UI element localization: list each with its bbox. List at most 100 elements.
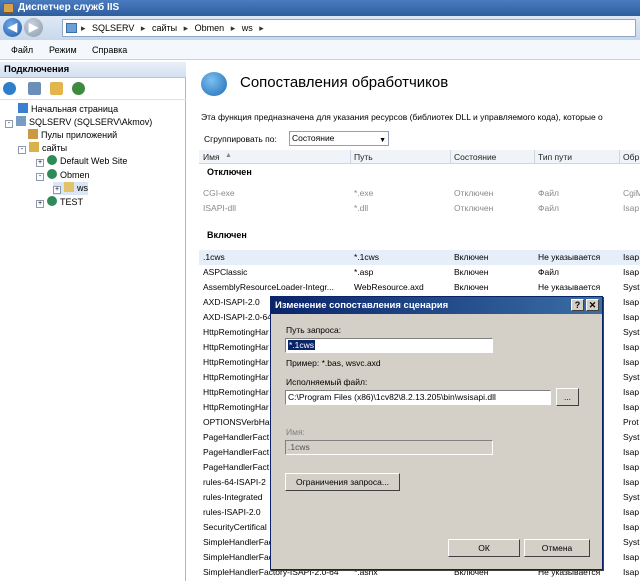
table-cell: Не указывается (538, 282, 601, 292)
edit-script-map-dialog: Изменение сопоставления сценария ? ✕ Пут… (270, 296, 603, 570)
table-cell: Файл (538, 267, 559, 277)
column-handler[interactable]: Обр (623, 152, 639, 162)
name-label: Имя: (286, 427, 305, 437)
tree-item-test[interactable]: + TEST (36, 196, 83, 209)
menu-help[interactable]: Справка (92, 45, 127, 55)
app-pools-icon (28, 129, 38, 139)
breadcrumb-item-obmen[interactable]: Obmen (195, 20, 225, 36)
table-cell: Isap (623, 477, 640, 487)
delete-connection-icon[interactable] (72, 82, 85, 95)
globe-icon (47, 196, 57, 206)
cancel-button[interactable]: Отмена (524, 539, 590, 557)
back-arrow-icon[interactable]: ◀ (3, 18, 22, 37)
page-description: Эта функция предназначена для указания р… (201, 112, 603, 122)
table-row[interactable]: ISAPI-dll *.dll Отключен Файл Isap (199, 201, 640, 216)
table-cell: Isap (623, 267, 640, 277)
window-title-bar: Диспетчер служб IIS (0, 0, 640, 16)
sites-folder-icon (29, 142, 39, 152)
tree-item-start-page[interactable]: Начальная страница (18, 103, 118, 116)
table-cell: *.dll (354, 203, 369, 213)
column-divider (450, 150, 451, 164)
forward-arrow-icon[interactable]: ▶ (24, 18, 43, 37)
tree-item-default-web-site[interactable]: + Default Web Site (36, 155, 127, 168)
folder-up-icon[interactable] (50, 82, 63, 95)
window-title: Диспетчер служб IIS (18, 2, 120, 13)
connections-header: Подключения (0, 62, 186, 78)
folder-icon (64, 182, 74, 192)
table-cell: Не указывается (538, 252, 601, 262)
breadcrumb-separator: ▸ (183, 23, 189, 33)
help-button[interactable]: ? (571, 299, 584, 311)
table-row[interactable]: ASPClassic *.asp Включен Файл Isap (199, 265, 640, 280)
table-row[interactable]: AssemblyResourceLoader-Integr... WebResou… (199, 280, 640, 295)
collapse-toggle[interactable]: - (18, 146, 26, 154)
table-cell: *.exe (354, 188, 374, 198)
collapse-toggle[interactable]: - (36, 173, 44, 181)
table-cell: Syst (623, 327, 640, 337)
tree-item-server[interactable]: - SQLSERV (SQLSERV\Akmov) (5, 116, 152, 129)
expand-toggle[interactable]: + (53, 186, 61, 194)
column-name[interactable]: Имя (203, 152, 220, 162)
dialog-title-bar: Изменение сопоставления сценария ? ✕ (271, 297, 602, 314)
table-cell: Файл (538, 203, 559, 213)
table-row[interactable]: CGI-exe *.exe Отключен Файл CgiM (199, 186, 640, 201)
column-state[interactable]: Состояние (454, 152, 496, 162)
table-cell: Включен (454, 267, 489, 277)
table-cell: Isap (623, 522, 640, 532)
menu-view[interactable]: Режим (49, 45, 77, 55)
expand-toggle[interactable]: + (36, 159, 44, 167)
address-bar: ◀ ▶ ▸ SQLSERV ▸ сайты ▸ Obmen ▸ ws ▸ (0, 16, 640, 40)
executable-input[interactable]: C:\Program Files (x86)\1cv82\8.2.13.205\… (285, 390, 551, 405)
connections-toolbar (0, 78, 186, 100)
table-cell: ISAPI-dll (203, 203, 237, 213)
column-divider (619, 150, 620, 164)
save-icon[interactable] (28, 82, 41, 95)
table-cell: Isap (623, 252, 640, 262)
sort-asc-icon: ▲ (225, 152, 232, 159)
table-cell: CGI-exe (203, 188, 235, 198)
table-cell: AssemblyResourceLoader-Integr... (203, 282, 334, 292)
tree-item-obmen[interactable]: - Obmen (36, 169, 90, 182)
table-cell: Syst (623, 537, 640, 547)
request-path-label: Путь запроса: (286, 325, 342, 335)
table-cell: *.asp (354, 267, 374, 277)
column-path-type[interactable]: Тип пути (538, 152, 572, 162)
group-by-select[interactable]: Состояние ▼ (289, 131, 389, 146)
request-path-example: Пример: *.bas, wsvc.axd (286, 358, 381, 368)
table-cell: Isap (623, 567, 640, 577)
menu-file[interactable]: Файл (11, 45, 33, 55)
table-cell: WebResource.axd (354, 282, 424, 292)
tree-item-sites[interactable]: - сайты (18, 142, 67, 155)
group-by-label: Сгруппировать по: (204, 134, 277, 144)
table-cell: Isap (623, 357, 640, 367)
table-cell: Syst (623, 432, 640, 442)
table-cell: Isap (623, 203, 640, 213)
table-cell: Isap (623, 312, 640, 322)
connect-icon[interactable] (3, 82, 16, 95)
group-header-disabled: Отключен (207, 167, 252, 177)
table-cell: Отключен (454, 203, 494, 213)
table-cell: Syst (623, 492, 640, 502)
table-cell: Prot (623, 417, 639, 427)
breadcrumb-item-sqlserv[interactable]: SQLSERV (92, 20, 134, 36)
table-row[interactable]: .1cws *.1cws Включен Не указывается Isap (199, 250, 640, 265)
breadcrumb-item-ws[interactable]: ws (242, 20, 253, 36)
tree-item-ws[interactable]: + ws (53, 182, 88, 195)
request-restrictions-button[interactable]: Ограничения запроса... (285, 473, 400, 491)
home-page-icon (18, 103, 28, 113)
collapse-toggle[interactable]: - (5, 120, 13, 128)
browse-button[interactable]: ... (556, 388, 579, 406)
table-cell: Файл (538, 188, 559, 198)
breadcrumb-separator: ▸ (140, 23, 146, 33)
column-path[interactable]: Путь (354, 152, 373, 162)
request-path-input[interactable]: *.1cws (285, 338, 493, 353)
breadcrumb[interactable]: ▸ SQLSERV ▸ сайты ▸ Obmen ▸ ws ▸ (62, 19, 636, 37)
ok-button[interactable]: ОК (448, 539, 520, 557)
table-cell: CgiM (623, 188, 640, 198)
table-cell: Isap (623, 387, 640, 397)
close-button[interactable]: ✕ (586, 299, 599, 311)
expand-toggle[interactable]: + (36, 200, 44, 208)
name-input[interactable]: .1cws (285, 440, 493, 455)
breadcrumb-item-sites[interactable]: сайты (152, 20, 177, 36)
tree-item-app-pools[interactable]: Пулы приложений (28, 129, 117, 142)
